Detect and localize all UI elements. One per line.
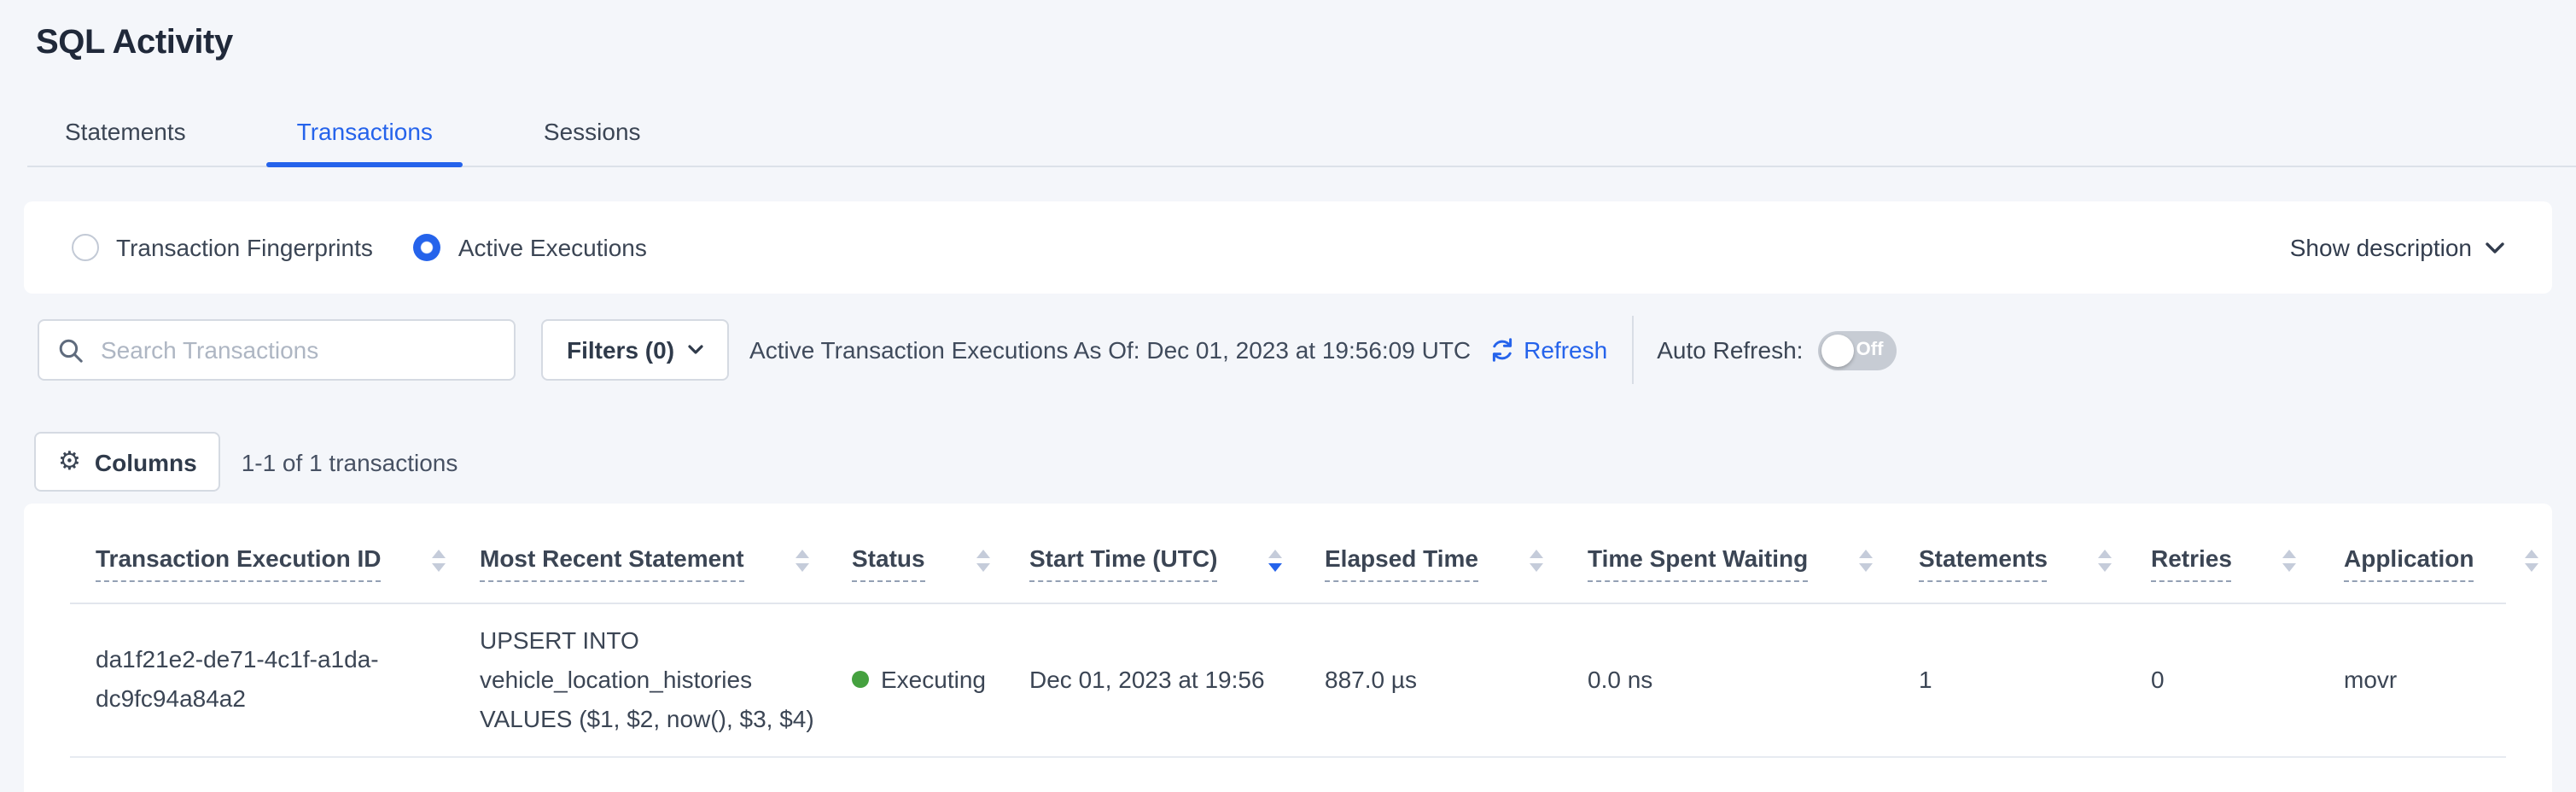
column-header-statement[interactable]: Most Recent Statement: [454, 504, 826, 603]
transactions-table-panel: Transaction Execution ID Most Recent Stat…: [24, 504, 2552, 792]
toggle-knob: [1821, 334, 1854, 366]
tab-bar: Statements Transactions Sessions: [27, 118, 2576, 167]
refresh-label: Refresh: [1524, 336, 1607, 364]
toolbar: Filters (0) Active Transaction Execution…: [38, 316, 2552, 384]
radio-icon: [414, 234, 441, 261]
toolbar-divider: [1631, 316, 1633, 384]
column-label: Start Time (UTC): [1029, 544, 1217, 582]
sort-icon[interactable]: [433, 550, 446, 572]
sort-icon[interactable]: [1530, 550, 1543, 572]
cell-status: Executing: [826, 603, 1004, 757]
auto-refresh-label: Auto Refresh:: [1657, 336, 1803, 364]
columns-label: Columns: [95, 448, 197, 475]
filters-button[interactable]: Filters (0): [541, 319, 729, 381]
column-header-application[interactable]: Application: [2318, 504, 2506, 603]
cell-start_time: Dec 01, 2023 at 19:56: [1004, 603, 1299, 757]
tab-statements[interactable]: Statements: [34, 118, 217, 166]
radio-transaction-fingerprints[interactable]: Transaction Fingerprints: [72, 234, 373, 261]
sort-icon[interactable]: [2283, 550, 2297, 572]
cell-id[interactable]: da1f21e2-de71-4c1f-a1da-dc9fc94a84a2: [70, 603, 454, 757]
search-input-wrapper[interactable]: [38, 319, 516, 381]
auto-refresh-toggle[interactable]: Off: [1818, 330, 1897, 370]
cell-application: movr: [2318, 603, 2506, 757]
sort-icon[interactable]: [1268, 550, 1282, 572]
refresh-button[interactable]: Refresh: [1488, 336, 1607, 364]
tab-transactions[interactable]: Transactions: [266, 118, 463, 166]
cell-statements: 1: [1893, 603, 2125, 757]
column-label: Status: [852, 544, 925, 582]
columns-button[interactable]: ⚙ Columns: [34, 432, 221, 492]
column-label: Most Recent Statement: [480, 544, 744, 582]
sort-icon[interactable]: [2099, 550, 2113, 572]
column-label: Time Spent Waiting: [1588, 544, 1808, 582]
cell-elapsed: 887.0 µs: [1299, 603, 1562, 757]
chevron-down-icon: [688, 345, 703, 355]
column-header-start_time[interactable]: Start Time (UTC): [1004, 504, 1299, 603]
column-header-statements[interactable]: Statements: [1893, 504, 2125, 603]
tab-sessions[interactable]: Sessions: [513, 118, 672, 166]
radio-label: Active Executions: [458, 234, 647, 261]
result-count: 1-1 of 1 transactions: [242, 448, 458, 475]
sort-icon[interactable]: [1859, 550, 1873, 572]
status-dot: [852, 671, 869, 688]
table-row: da1f21e2-de71-4c1f-a1da-dc9fc94a84a2UPSE…: [70, 603, 2506, 757]
table-controls: ⚙ Columns 1-1 of 1 transactions: [34, 432, 2576, 492]
show-description-button[interactable]: Show description: [2290, 234, 2504, 261]
sql-activity-page: SQL Activity Statements Transactions Ses…: [0, 0, 2576, 785]
table-header-row: Transaction Execution ID Most Recent Stat…: [70, 504, 2506, 603]
toggle-state-label: Off: [1856, 340, 1884, 360]
column-header-elapsed[interactable]: Elapsed Time: [1299, 504, 1562, 603]
cell-retries: 0: [2125, 603, 2318, 757]
column-label: Retries: [2151, 544, 2232, 582]
column-header-waiting[interactable]: Time Spent Waiting: [1562, 504, 1893, 603]
refresh-icon: [1488, 336, 1515, 364]
column-header-id[interactable]: Transaction Execution ID: [70, 504, 454, 603]
status-label: Executing: [881, 660, 986, 699]
radio-active-executions[interactable]: Active Executions: [414, 234, 647, 261]
column-label: Transaction Execution ID: [96, 544, 382, 582]
view-mode-panel: Transaction Fingerprints Active Executio…: [24, 201, 2552, 294]
search-input[interactable]: [97, 335, 495, 365]
page-title: SQL Activity: [0, 0, 2576, 63]
column-label: Application: [2344, 544, 2474, 582]
column-header-retries[interactable]: Retries: [2125, 504, 2318, 603]
cell-statement: UPSERT INTO vehicle_location_histories V…: [454, 603, 826, 757]
search-icon: [58, 337, 84, 363]
sort-icon[interactable]: [796, 550, 809, 572]
transactions-table: Transaction Execution ID Most Recent Stat…: [70, 504, 2506, 758]
radio-label: Transaction Fingerprints: [116, 234, 373, 261]
cell-waiting: 0.0 ns: [1562, 603, 1893, 757]
gear-icon: ⚙: [58, 449, 81, 475]
column-label: Elapsed Time: [1325, 544, 1478, 582]
as-of-text: Active Transaction Executions As Of: Dec…: [749, 336, 1471, 364]
column-label: Statements: [1919, 544, 2048, 582]
column-header-status[interactable]: Status: [826, 504, 1004, 603]
filters-label: Filters (0): [567, 336, 674, 364]
radio-icon: [72, 234, 99, 261]
chevron-down-icon: [2486, 242, 2504, 253]
sort-icon[interactable]: [976, 550, 990, 572]
show-description-label: Show description: [2290, 234, 2472, 261]
sort-icon[interactable]: [2525, 550, 2538, 572]
